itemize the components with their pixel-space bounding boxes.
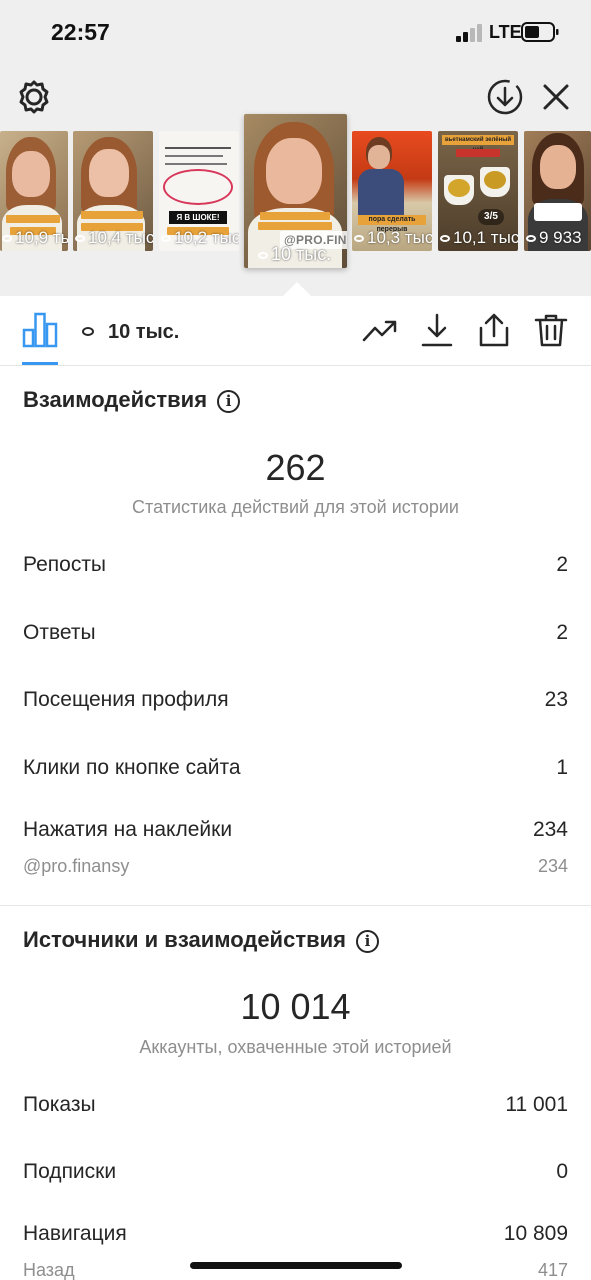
discovery-total: 10 014	[240, 986, 351, 1027]
eye-icon	[354, 235, 364, 243]
info-icon[interactable]: i	[217, 390, 241, 413]
eye-icon	[2, 235, 12, 243]
stat-row-follows: Подписки 0	[23, 1160, 568, 1183]
story-view-count: 10,1 тыс	[453, 228, 518, 247]
info-icon[interactable]: i	[355, 930, 379, 953]
story-view-count: 9 933	[539, 228, 582, 247]
stat-row-impressions: Показы 11 001	[23, 1093, 568, 1116]
discovery-caption: Аккаунты, охваченные этой историей	[139, 1037, 452, 1057]
story-counter: 3/5	[478, 209, 504, 225]
story-thumbnail[interactable]: 10,4 тыс	[73, 131, 153, 251]
eye-icon	[526, 235, 536, 243]
network-label: LTE	[489, 22, 522, 42]
story-caption: пора сделать перерыв	[358, 215, 426, 233]
stat-row-profile-visits: Посещения профиля 23	[23, 688, 568, 711]
story-caption: вьетнамский зелёный чай	[442, 135, 514, 153]
status-time: 22:57	[51, 19, 110, 45]
selection-pointer	[283, 282, 311, 296]
story-thumbnail-selected[interactable]: @PRO.FINANSY 10 тыс.	[244, 114, 347, 268]
status-bar: 22:57 LTE	[0, 0, 591, 64]
signal-icon	[456, 24, 484, 42]
story-caption: Я В ШОКЕ!	[169, 211, 227, 224]
stat-row-sticker-taps: Нажатия на наклейки 234	[23, 818, 568, 841]
eye-icon	[258, 251, 268, 259]
story-thumbnail[interactable]: Я В ШОКЕ! 10,2 тыс	[159, 131, 239, 251]
story-thumbnail[interactable]: 9 933	[524, 131, 591, 251]
discovery-title: Источники и взаимодействия i	[23, 927, 379, 953]
eye-icon	[161, 235, 171, 243]
stat-row-website-clicks: Клики по кнопке сайта 1	[23, 756, 568, 779]
bar-chart-icon[interactable]	[22, 310, 58, 348]
insights-toolbar: 10 тыс.	[0, 296, 591, 366]
interactions-total: 262	[265, 447, 326, 488]
story-view-count: 10,9 тыс	[15, 228, 68, 247]
story-view-count: 10,4 тыс	[88, 228, 153, 247]
story-view-count: 10 тыс.	[271, 244, 332, 264]
trending-icon[interactable]	[362, 312, 398, 348]
stat-row-navigation: Навигация 10 809	[23, 1222, 568, 1245]
section-divider	[0, 905, 591, 906]
story-thumbnail[interactable]: пора сделать перерыв 10,3 тыс	[352, 131, 432, 251]
story-thumbnail[interactable]: 10,9 тыс	[0, 131, 68, 251]
eye-icon	[82, 327, 94, 336]
close-icon[interactable]	[538, 79, 574, 115]
share-icon[interactable]	[476, 312, 512, 348]
active-tab-indicator	[22, 362, 58, 365]
battery-icon	[521, 22, 559, 42]
story-header: 22:57 LTE 10,9 тыс 10,4 тыс	[0, 0, 591, 296]
download-circle-icon[interactable]	[485, 77, 525, 117]
home-indicator[interactable]	[190, 1262, 402, 1269]
story-view-count: 10,2 тыс	[174, 228, 239, 247]
download-icon[interactable]	[419, 312, 455, 348]
interactions-title: Взаимодействия i	[23, 387, 241, 413]
stat-row-replies: Ответы 2	[23, 621, 568, 644]
gear-icon[interactable]	[14, 77, 54, 117]
story-thumbnail[interactable]: вьетнамский зелёный чай 3/5 10,1 тыс	[438, 131, 518, 251]
eye-icon	[75, 235, 85, 243]
interactions-caption: Статистика действий для этой истории	[132, 497, 459, 517]
stat-row-reposts: Репосты 2	[23, 553, 568, 576]
stat-subrow-sticker: @pro.finansy 234	[23, 856, 568, 876]
story-view-count: 10,3 тыс	[367, 228, 432, 247]
toolbar-views: 10 тыс.	[108, 321, 180, 343]
trash-icon[interactable]	[533, 312, 569, 348]
eye-icon	[440, 235, 450, 243]
